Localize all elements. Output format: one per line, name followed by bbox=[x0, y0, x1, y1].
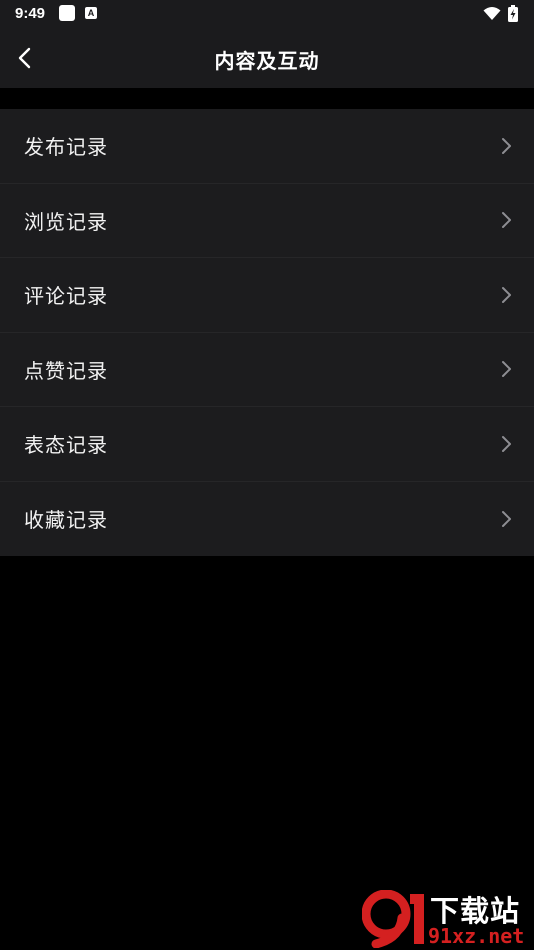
menu-item-browse-records[interactable]: 浏览记录 bbox=[0, 184, 534, 258]
menu-item-reaction-records[interactable]: 表态记录 bbox=[0, 407, 534, 482]
screen: 9:49 A 内容及互动 发布记录 浏览记录 评论记录 点赞记录 表态记录 收藏… bbox=[0, 0, 534, 950]
menu-item-label: 浏览记录 bbox=[24, 209, 108, 234]
wifi-icon bbox=[483, 7, 501, 20]
status-time: 9:49 bbox=[15, 5, 46, 22]
chevron-right-icon bbox=[502, 435, 511, 452]
watermark: 下载站 91xz.net bbox=[362, 888, 534, 950]
menu-item-like-records[interactable]: 点赞记录 bbox=[0, 333, 534, 407]
chevron-right-icon bbox=[502, 212, 511, 229]
watermark-url: 91xz.net bbox=[428, 924, 525, 948]
battery-charging-icon bbox=[508, 5, 518, 22]
page-title: 内容及互动 bbox=[214, 49, 320, 73]
menu-item-label: 评论记录 bbox=[24, 284, 108, 309]
menu-item-comment-records[interactable]: 评论记录 bbox=[0, 258, 534, 333]
notification-icon bbox=[59, 5, 75, 21]
chevron-right-icon bbox=[502, 137, 511, 154]
menu-item-publish-records[interactable]: 发布记录 bbox=[0, 109, 534, 184]
chevron-right-icon bbox=[502, 510, 511, 527]
menu-item-label: 表态记录 bbox=[24, 433, 108, 458]
menu-item-label: 点赞记录 bbox=[24, 358, 108, 383]
menu-item-favorite-records[interactable]: 收藏记录 bbox=[0, 482, 534, 557]
chevron-right-icon bbox=[502, 361, 511, 378]
menu-item-label: 发布记录 bbox=[24, 135, 108, 160]
chevron-right-icon bbox=[502, 286, 511, 303]
watermark-logo-icon bbox=[362, 890, 424, 948]
menu-list: 发布记录 浏览记录 评论记录 点赞记录 表态记录 收藏记录 bbox=[0, 109, 534, 556]
status-bar: 9:49 A bbox=[0, 0, 534, 28]
notification-a-icon: A bbox=[85, 7, 97, 19]
menu-item-label: 收藏记录 bbox=[24, 508, 108, 533]
header: 内容及互动 bbox=[0, 28, 534, 88]
